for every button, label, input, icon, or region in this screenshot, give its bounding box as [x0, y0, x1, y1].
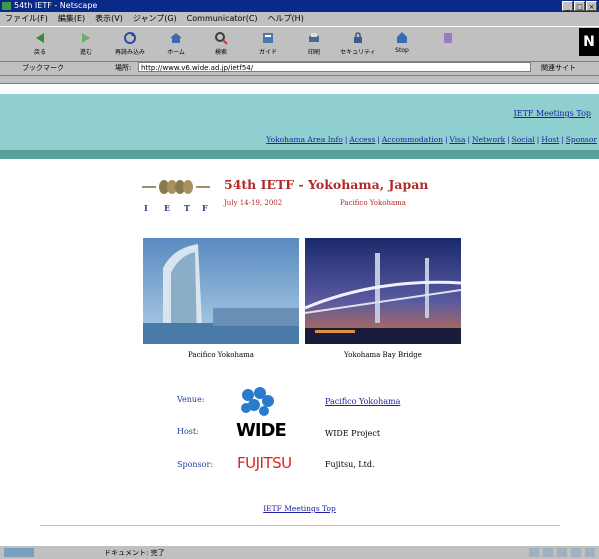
meetings-top-link[interactable]: IETF Meetings Top	[514, 109, 591, 118]
venue-label: Venue:	[177, 395, 205, 404]
nav-area-info[interactable]: Yokohama Area Info	[266, 135, 343, 144]
search-icon	[215, 32, 228, 45]
component-bar	[529, 548, 595, 557]
pacifico-yokohama-photo	[143, 238, 299, 344]
security-icon	[354, 32, 362, 43]
venue-logo-icon	[241, 387, 274, 416]
svg-text:E: E	[164, 203, 170, 213]
home-button[interactable]: ホーム	[158, 30, 194, 56]
divider	[40, 525, 560, 526]
page-viewport: IETF Meetings Top Yokohama Area Info | Acc…	[0, 83, 599, 545]
navigation-toolbar: 戻る 進む 再読み込み ホーム 検索 ガイド 印刷 セキュリティ Stop	[0, 26, 599, 62]
home-label: ホーム	[167, 49, 185, 56]
url-input[interactable]: http://www.v6.wide.ad.jp/ietf54/	[138, 62, 531, 72]
menu-go[interactable]: ジャンプ(G)	[128, 13, 182, 24]
reload-icon	[124, 32, 136, 44]
fujitsu-logo: FUJITSU	[237, 454, 292, 472]
status-text: ドキュメント: 完了	[104, 549, 165, 557]
netscape-window-icon	[2, 2, 11, 10]
menu-edit[interactable]: 編集(E)	[53, 13, 90, 24]
window-controls: _ □ ×	[562, 1, 597, 11]
nav-visa[interactable]: Visa	[449, 135, 465, 144]
svg-text:I: I	[144, 203, 148, 213]
wide-logo: WIDE	[236, 420, 287, 441]
forward-button[interactable]: 進む	[68, 30, 104, 56]
security-status-icon	[4, 548, 34, 557]
venue-link[interactable]: Pacifico Yokohama	[325, 397, 400, 406]
nav-host[interactable]: Host	[541, 135, 559, 144]
security-label: セキュリティ	[340, 49, 376, 56]
forward-label: 進む	[79, 49, 92, 56]
window-title: 54th IETF - Netscape	[14, 1, 98, 10]
event-date: July 14-19, 2002	[224, 199, 283, 207]
print-icon	[309, 33, 319, 42]
back-arrow-icon	[36, 33, 44, 43]
stop-label: Stop	[395, 47, 409, 54]
status-bar: ドキュメント: 完了	[0, 545, 599, 559]
guide-icon	[263, 33, 273, 43]
reload-button[interactable]: 再読み込み	[112, 30, 148, 56]
nav-accommodation[interactable]: Accommodation	[382, 135, 443, 144]
guide-button[interactable]: ガイド	[250, 30, 286, 56]
bay-bridge-photo	[305, 238, 461, 344]
security-button[interactable]: セキュリティ	[340, 30, 376, 56]
minimize-button[interactable]: _	[562, 1, 573, 11]
menu-file[interactable]: ファイル(F)	[0, 13, 53, 24]
bottom-meetings-top-link[interactable]: IETF Meetings Top	[0, 504, 599, 513]
menu-communicator[interactable]: Communicator(C)	[182, 14, 263, 23]
host-label: Host:	[177, 427, 199, 436]
home-icon	[170, 33, 182, 43]
reload-label: 再読み込み	[114, 49, 145, 56]
svg-text:F: F	[202, 203, 208, 213]
nav-social[interactable]: Social	[512, 135, 535, 144]
extra-toolbar-button[interactable]	[430, 30, 466, 46]
nav-sponsor[interactable]: Sponsor	[566, 135, 597, 144]
photo-right-caption: Yokohama Bay Bridge	[344, 351, 422, 359]
menu-bar: ファイル(F) 編集(E) 表示(V) ジャンプ(G) Communicator…	[0, 12, 599, 25]
title-bar: 54th IETF - Netscape _ □ ×	[0, 0, 599, 12]
stop-button[interactable]: Stop	[384, 30, 420, 54]
menu-help[interactable]: ヘルプ(H)	[263, 13, 309, 24]
header-band-dark	[0, 150, 599, 159]
stop-icon	[397, 32, 407, 43]
mail-icon[interactable]	[543, 548, 553, 557]
event-title: 54th IETF - Yokohama, Japan	[224, 177, 429, 192]
search-button[interactable]: 検索	[203, 30, 239, 56]
check-icon[interactable]	[585, 548, 595, 557]
back-button[interactable]: 戻る	[22, 30, 58, 56]
photo-left-caption: Pacifico Yokohama	[188, 351, 254, 359]
location-label: 場所:	[115, 64, 132, 72]
related-sites-button[interactable]: 関連サイト	[541, 63, 576, 73]
navigator-icon[interactable]	[529, 548, 539, 557]
print-button[interactable]: 印刷	[296, 30, 332, 56]
location-toolbar: ブックマーク 場所: http://www.v6.wide.ad.jp/ietf…	[0, 61, 599, 76]
ietf-logo: I E T F	[142, 180, 210, 213]
maximize-button[interactable]: □	[574, 1, 585, 11]
venue-value: Pacifico Yokohama	[325, 397, 400, 406]
search-label: 検索	[214, 49, 227, 56]
netscape-logo: N	[579, 28, 599, 56]
forward-arrow-icon	[82, 33, 90, 43]
news-icon[interactable]	[557, 548, 567, 557]
composer-icon[interactable]	[571, 548, 581, 557]
nav-access[interactable]: Access	[349, 135, 375, 144]
host-value: WIDE Project	[325, 429, 381, 438]
nav-links: Yokohama Area Info | Access | Accommodation |…	[266, 135, 597, 144]
guide-label: ガイド	[258, 49, 277, 56]
svg-text:T: T	[184, 203, 190, 213]
print-label: 印刷	[307, 49, 320, 56]
event-place: Pacifico Yokohama	[340, 199, 406, 207]
bookmarks-button[interactable]: ブックマーク	[22, 63, 64, 73]
menu-view[interactable]: 表示(V)	[90, 13, 128, 24]
nav-network[interactable]: Network	[472, 135, 505, 144]
back-label: 戻る	[33, 49, 46, 56]
close-button[interactable]: ×	[586, 1, 597, 11]
sponsor-label: Sponsor:	[177, 460, 214, 469]
sponsor-value: Fujitsu, Ltd.	[325, 460, 375, 469]
shop-icon	[444, 33, 452, 43]
